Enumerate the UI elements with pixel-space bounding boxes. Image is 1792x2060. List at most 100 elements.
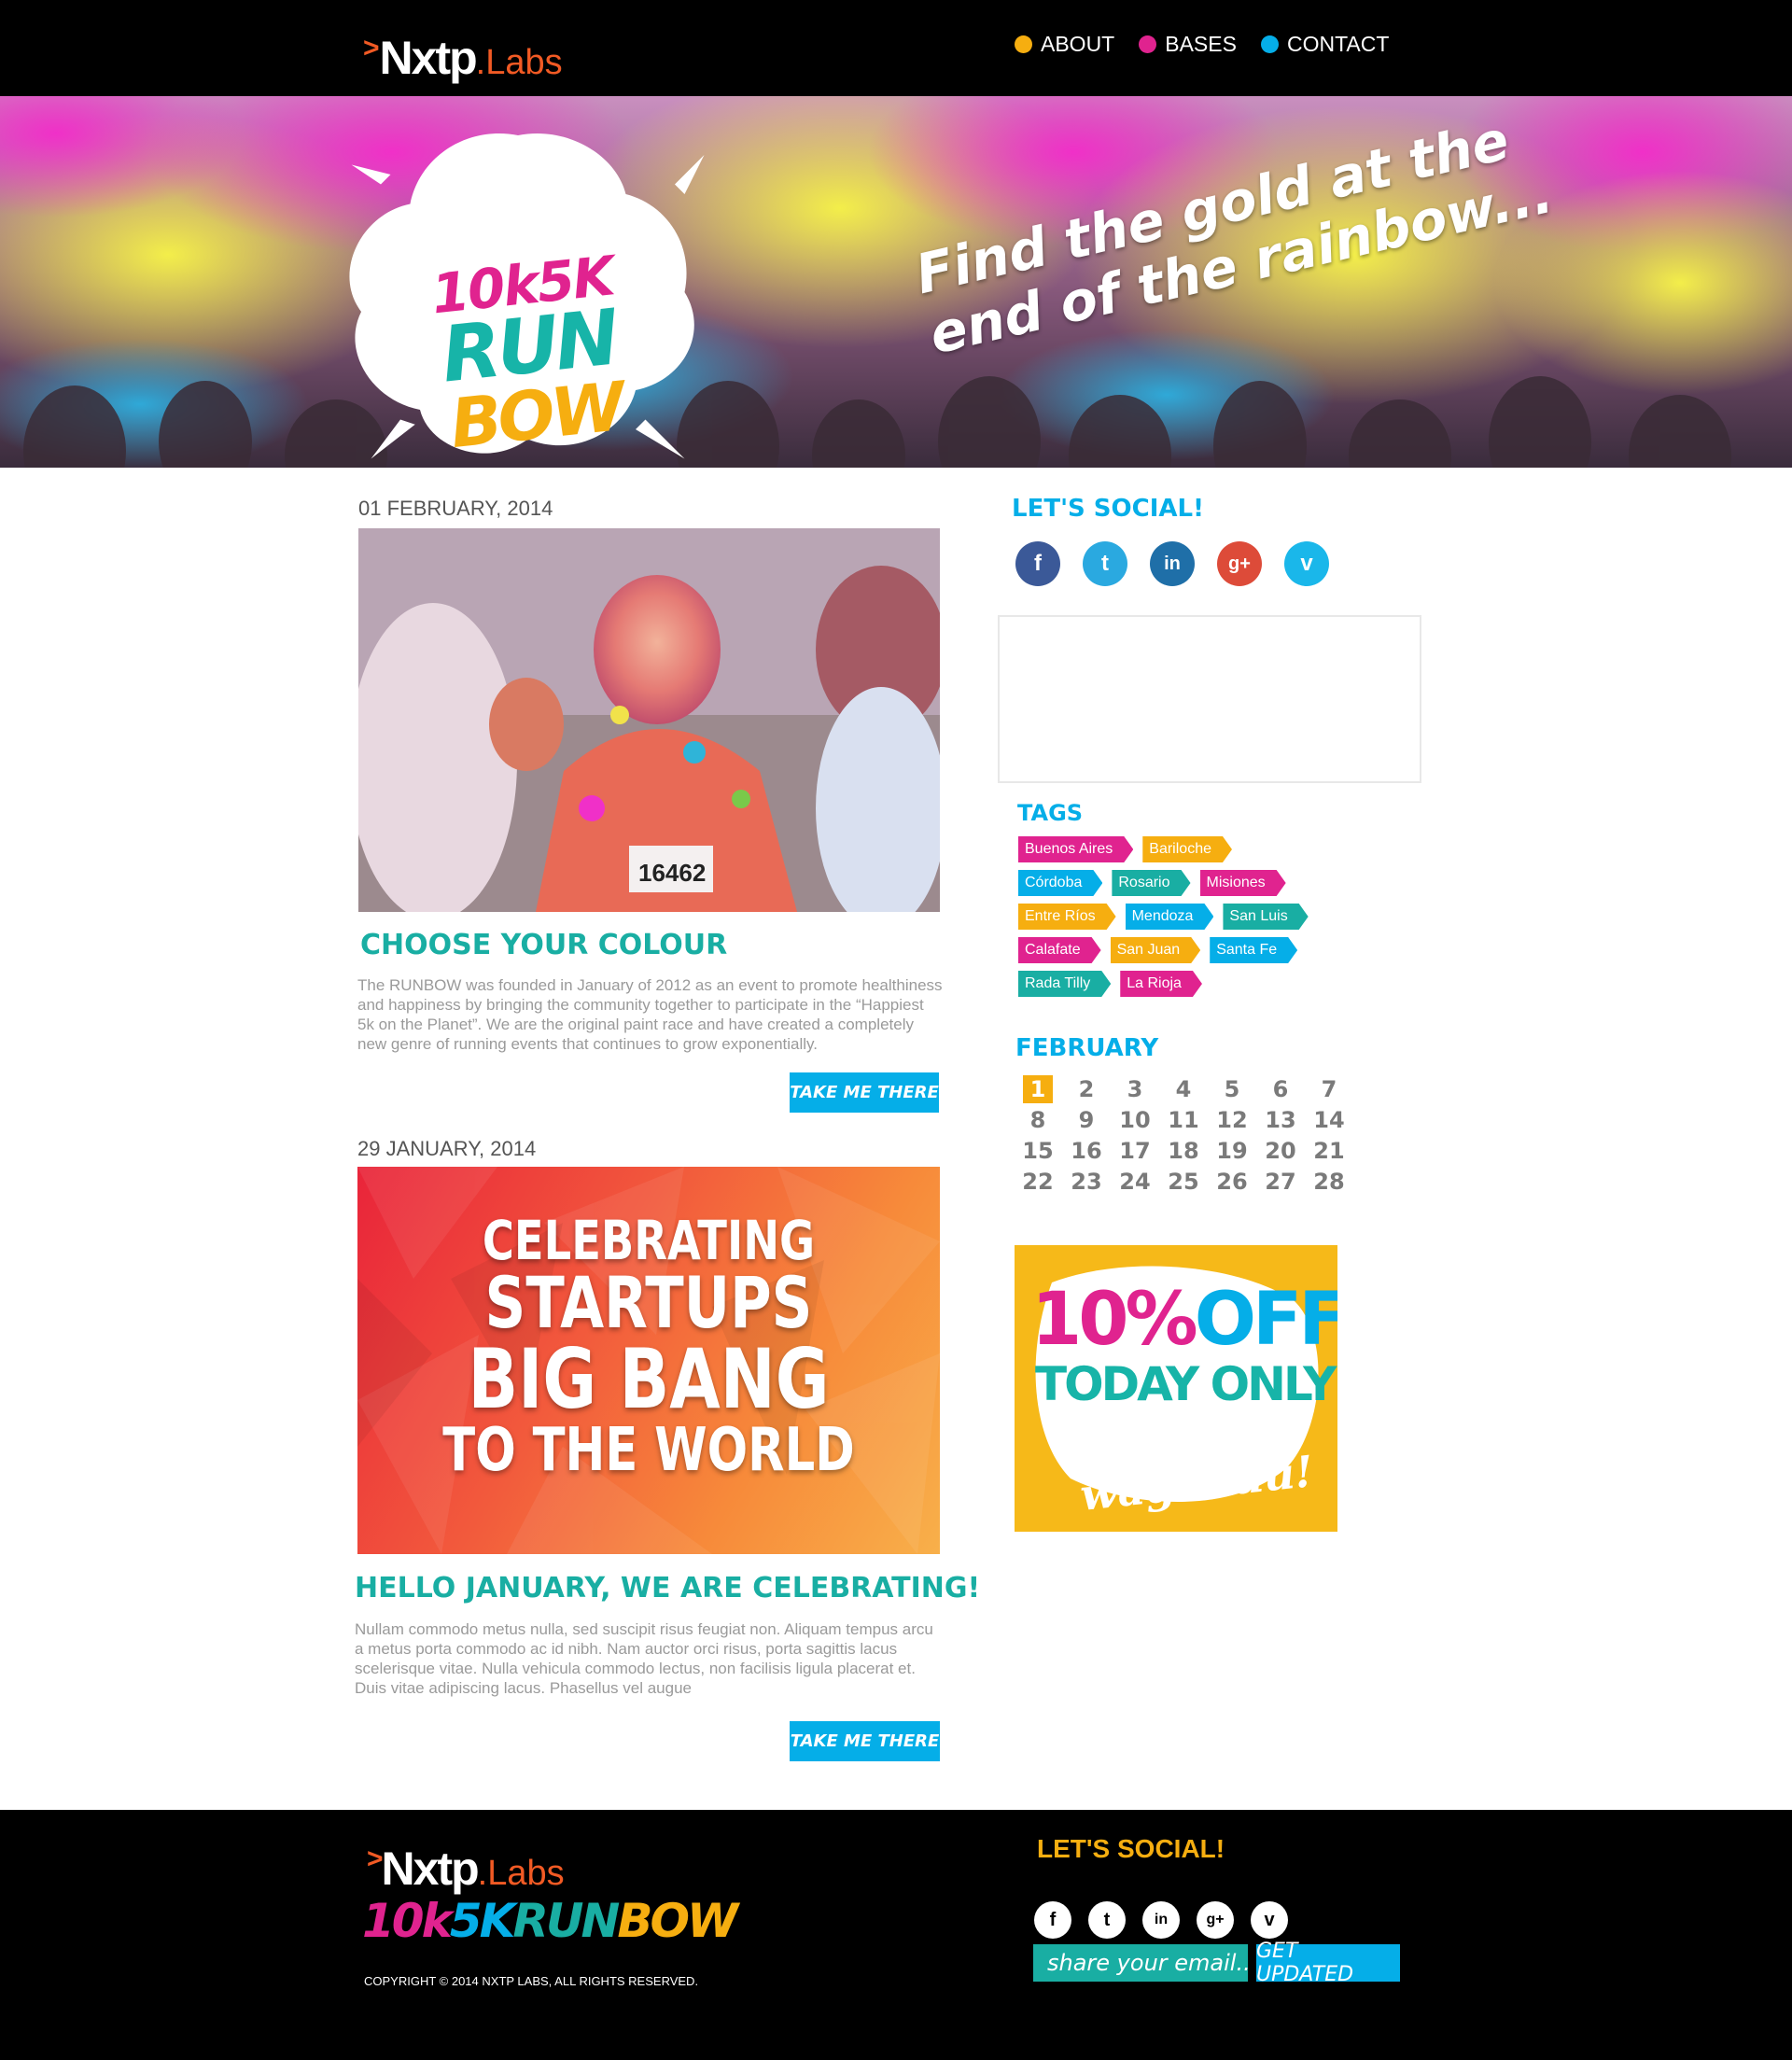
- calendar-day[interactable]: 10: [1111, 1104, 1159, 1135]
- footer-social-icons: f t in g+ v: [1034, 1901, 1288, 1939]
- take-me-there-button[interactable]: TAKE ME THERE: [790, 1721, 940, 1761]
- yellow-dot-icon: [1015, 35, 1032, 53]
- brand-bow: BOW: [446, 367, 625, 463]
- tags-row: Córdoba Rosario Misiones: [1018, 870, 1354, 896]
- tag[interactable]: Santa Fe: [1210, 937, 1297, 963]
- facebook-icon[interactable]: f: [1034, 1901, 1071, 1939]
- banner-line-4: TO THE WORLD: [442, 1416, 855, 1485]
- nxtp-labs-logo[interactable]: >Nxtp.Labs: [363, 22, 563, 89]
- tag[interactable]: Calafate: [1018, 937, 1101, 963]
- tag[interactable]: Córdoba: [1018, 870, 1102, 896]
- calendar-day[interactable]: 4: [1159, 1073, 1208, 1104]
- calendar-day[interactable]: 17: [1111, 1135, 1159, 1166]
- google-plus-icon[interactable]: g+: [1197, 1901, 1234, 1939]
- twitter-icon[interactable]: t: [1083, 541, 1127, 586]
- blue-dot-icon: [1260, 35, 1279, 53]
- calendar-day[interactable]: 25: [1159, 1166, 1208, 1197]
- calendar-day[interactable]: 7: [1305, 1073, 1353, 1104]
- post-title[interactable]: HELLO JANUARY, WE ARE CELEBRATING!: [355, 1572, 980, 1605]
- calendar-day[interactable]: 23: [1062, 1166, 1111, 1197]
- promo-ad-banner[interactable]: 10%OFF TODAY ONLY wagaduu!: [1015, 1245, 1337, 1532]
- calendar-grid: 1 2 3 4 5 6 7 8 9 10 11 12 13 14 15 16 1…: [1014, 1073, 1353, 1197]
- pink-dot-icon: [1139, 35, 1157, 53]
- tags-row: Rada Tilly La Rioja: [1018, 971, 1354, 997]
- calendar-day[interactable]: 8: [1014, 1104, 1062, 1135]
- nav-about[interactable]: ABOUT: [1015, 32, 1114, 57]
- banner-line-1: CELEBRATING: [482, 1209, 816, 1272]
- calendar-day[interactable]: 13: [1256, 1104, 1305, 1135]
- calendar-day[interactable]: 5: [1208, 1073, 1256, 1104]
- calendar-day[interactable]: 20: [1256, 1135, 1305, 1166]
- post-date: 29 JANUARY, 2014: [357, 1137, 537, 1160]
- calendar-day[interactable]: 9: [1062, 1104, 1111, 1135]
- banner-line-2: STARTUPS: [484, 1261, 813, 1344]
- post-date: 01 FEBRUARY, 2014: [358, 497, 553, 520]
- get-updated-button[interactable]: GET UPDATED: [1256, 1940, 1400, 1986]
- calendar-day[interactable]: 21: [1305, 1135, 1353, 1166]
- footer-runbow-logo: 10k5KRUNBOW: [362, 1894, 738, 1948]
- hero-banner: 10k5K RUN BOW Find the gold at the end o…: [0, 96, 1792, 468]
- post-body: The RUNBOW was founded in January of 201…: [357, 976, 943, 1053]
- google-plus-icon[interactable]: g+: [1217, 541, 1262, 586]
- nav-contact[interactable]: CONTACT: [1260, 32, 1390, 57]
- main-nav: ABOUT BASES CONTACT: [1015, 32, 1389, 57]
- footer-nxtp-labs-logo[interactable]: >Nxtp.Labs: [367, 1842, 565, 1896]
- calendar-day-selected[interactable]: 1: [1014, 1073, 1062, 1104]
- tag[interactable]: Mendoza: [1126, 904, 1214, 930]
- copyright-text: COPYRIGHT © 2014 NXTP LABS, ALL RIGHTS R…: [364, 1974, 699, 1988]
- tag[interactable]: La Rioja: [1120, 971, 1202, 997]
- tags-row: Buenos Aires Bariloche: [1018, 836, 1354, 862]
- take-me-there-button[interactable]: TAKE ME THERE: [790, 1072, 939, 1113]
- tag[interactable]: Buenos Aires: [1018, 836, 1133, 862]
- facebook-icon[interactable]: f: [1015, 541, 1060, 586]
- calendar-day[interactable]: 6: [1256, 1073, 1305, 1104]
- calendar-day[interactable]: 27: [1256, 1166, 1305, 1197]
- social-title: LET'S SOCIAL!: [1012, 495, 1204, 523]
- nav-bases[interactable]: BASES: [1139, 32, 1237, 57]
- calendar-day[interactable]: 2: [1062, 1073, 1111, 1104]
- calendar-day[interactable]: 12: [1208, 1104, 1256, 1135]
- banner-line-3: BIG BANG: [468, 1331, 830, 1427]
- ad-discount: 10%OFF: [1031, 1278, 1337, 1362]
- linkedin-icon[interactable]: in: [1150, 541, 1195, 586]
- vimeo-icon[interactable]: v: [1251, 1901, 1288, 1939]
- post-image-colour-runner[interactable]: 16462: [358, 528, 940, 912]
- tag[interactable]: Bariloche: [1142, 836, 1232, 862]
- calendar-day[interactable]: 11: [1159, 1104, 1208, 1135]
- tag[interactable]: Misiones: [1200, 870, 1286, 896]
- footer-social-title: LET'S SOCIAL!: [1037, 1834, 1225, 1863]
- tags-title: TAGS: [1017, 800, 1084, 826]
- tags-row: Entre Ríos Mendoza San Luis: [1018, 904, 1354, 930]
- nav-about-label: ABOUT: [1041, 32, 1115, 56]
- linkedin-icon[interactable]: in: [1142, 1901, 1180, 1939]
- vimeo-icon[interactable]: v: [1284, 541, 1329, 586]
- post-title[interactable]: CHOOSE YOUR COLOUR: [360, 929, 727, 961]
- tags-row: Calafate San Juan Santa Fe: [1018, 937, 1354, 963]
- twitter-icon[interactable]: t: [1088, 1901, 1126, 1939]
- calendar-day[interactable]: 3: [1111, 1073, 1159, 1104]
- calendar-day[interactable]: 22: [1014, 1166, 1062, 1197]
- calendar-day[interactable]: 19: [1208, 1135, 1256, 1166]
- calendar-day[interactable]: 15: [1014, 1135, 1062, 1166]
- widget-box: [998, 615, 1421, 783]
- nav-contact-label: CONTACT: [1286, 32, 1390, 56]
- tag[interactable]: San Luis: [1223, 904, 1308, 930]
- calendar-title: FEBRUARY: [1015, 1034, 1159, 1062]
- tag[interactable]: Rada Tilly: [1018, 971, 1111, 997]
- calendar-day[interactable]: 18: [1159, 1135, 1208, 1166]
- ad-today-only: TODAY ONLY: [1035, 1357, 1337, 1411]
- tag[interactable]: Rosario: [1112, 870, 1190, 896]
- banner-text: CELEBRATING STARTUPS BIG BANG TO THE WOR…: [415, 1213, 881, 1480]
- tag[interactable]: Entre Ríos: [1018, 904, 1116, 930]
- calendar-day[interactable]: 14: [1305, 1104, 1353, 1135]
- tags-cloud: Buenos Aires Bariloche Córdoba Rosario M…: [1018, 836, 1354, 1004]
- calendar-day[interactable]: 28: [1305, 1166, 1353, 1197]
- calendar-day[interactable]: 26: [1208, 1166, 1256, 1197]
- calendar-day[interactable]: 24: [1111, 1166, 1159, 1197]
- email-field[interactable]: [1033, 1944, 1248, 1982]
- runbow-brand-logo: 10k5K RUN BOW: [428, 244, 630, 463]
- calendar-day[interactable]: 16: [1062, 1135, 1111, 1166]
- tag[interactable]: San Juan: [1111, 937, 1201, 963]
- post-image-startups-banner[interactable]: CELEBRATING STARTUPS BIG BANG TO THE WOR…: [357, 1167, 940, 1554]
- post-body: Nullam commodo metus nulla, sed suscipit…: [355, 1620, 933, 1697]
